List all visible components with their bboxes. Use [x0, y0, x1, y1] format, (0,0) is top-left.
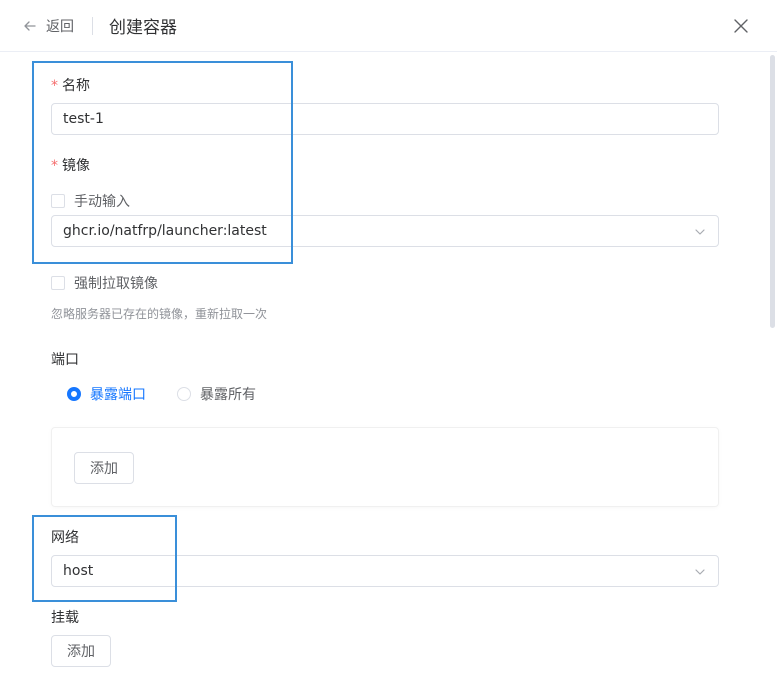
radio-circle[interactable] [67, 387, 81, 401]
ports-panel [51, 427, 719, 507]
force-pull-label: 强制拉取镜像 [74, 276, 158, 292]
force-pull-hint: 忽略服务器已存在的镜像，重新拉取一次 [51, 307, 268, 321]
manual-input-label: 手动输入 [74, 194, 130, 210]
ports-label: 端口 [51, 352, 79, 368]
network-select-value: host [63, 563, 94, 579]
mounts-label: 挂载 [51, 610, 79, 626]
arrow-left-icon [24, 21, 36, 31]
image-select-value: ghcr.io/natfrp/launcher:latest [63, 223, 267, 239]
image-select[interactable]: ghcr.io/natfrp/launcher:latest [51, 215, 719, 247]
add-port-button[interactable]: 添加 [74, 452, 134, 484]
network-label: 网络 [51, 530, 79, 546]
checkbox-box[interactable] [51, 194, 65, 208]
name-label: * 名称 [51, 78, 90, 94]
header-divider [92, 17, 93, 35]
manual-input-checkbox[interactable]: 手动输入 [51, 191, 130, 211]
radio-expose-ports[interactable]: 暴露端口 [67, 384, 146, 404]
required-mark: * [51, 78, 58, 94]
force-pull-checkbox[interactable]: 强制拉取镜像 [51, 273, 158, 293]
network-select[interactable]: host [51, 555, 719, 587]
chevron-down-icon [695, 229, 705, 235]
back-label: 返回 [46, 19, 74, 35]
checkbox-box[interactable] [51, 276, 65, 290]
name-input-value: test-1 [63, 111, 104, 127]
radio-label: 暴露端口 [90, 387, 146, 403]
radio-label: 暴露所有 [200, 387, 256, 403]
close-icon[interactable] [732, 17, 750, 35]
required-mark: * [51, 158, 58, 174]
back-button[interactable]: 返回 [22, 16, 74, 36]
scrollbar-thumb[interactable] [770, 55, 775, 328]
radio-circle[interactable] [177, 387, 191, 401]
dialog-header: 返回 创建容器 [0, 0, 777, 52]
name-input[interactable]: test-1 [51, 103, 719, 135]
page-title: 创建容器 [109, 18, 177, 38]
chevron-down-icon [695, 569, 705, 575]
add-mount-button[interactable]: 添加 [51, 635, 111, 667]
radio-expose-all[interactable]: 暴露所有 [177, 384, 256, 404]
image-label: * 镜像 [51, 158, 90, 174]
